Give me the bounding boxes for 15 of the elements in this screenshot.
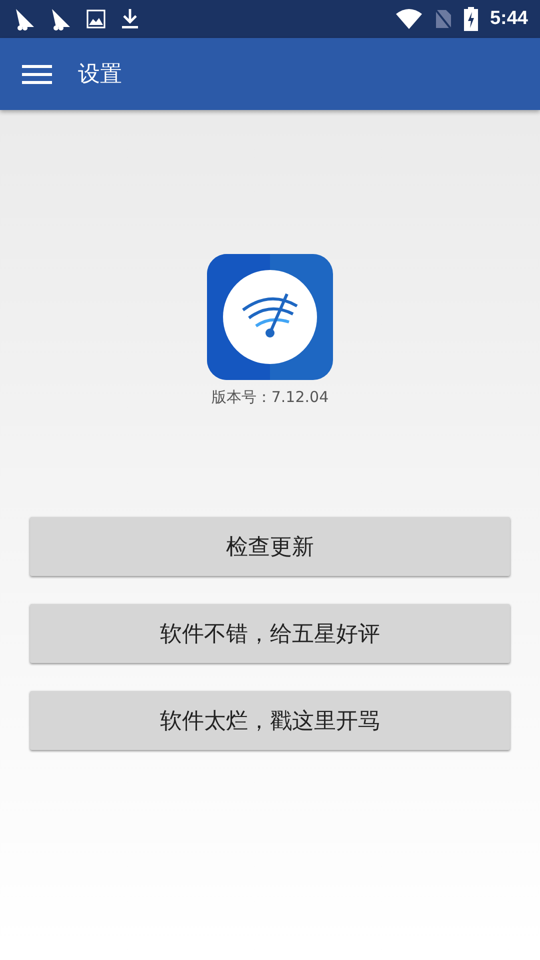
app-bar-title: 设置 [78,61,122,89]
version-label: 版本号：7.12.04 [211,388,329,407]
wifi-icon [396,9,422,29]
action-button[interactable]: 软件不错，给五星好评 [30,604,510,663]
download-icon [120,8,140,30]
image-icon [86,9,106,29]
action-button[interactable]: 软件太烂，戳这里开骂 [30,691,510,750]
notification-icon [14,7,36,31]
status-time: 5:44 [490,8,528,30]
notification-icon [50,7,72,31]
battery-icon [464,7,478,31]
menu-icon[interactable] [22,63,52,85]
wifi-logo-icon [207,254,333,380]
action-button[interactable]: 检查更新 [30,517,510,576]
no-sim-icon [434,8,452,30]
